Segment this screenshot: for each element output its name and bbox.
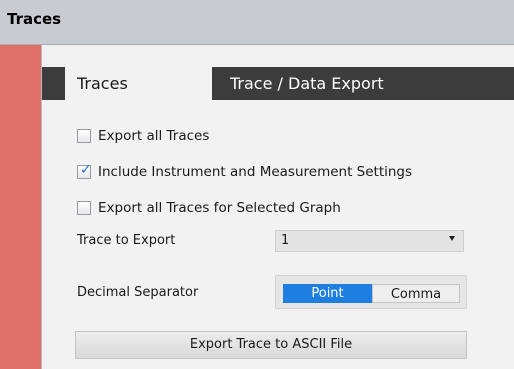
chevron-down-icon [449, 236, 455, 241]
export-selected-graph-checkbox[interactable] [77, 201, 91, 215]
tab-trace-data-export[interactable]: Trace / Data Export [212, 67, 514, 100]
export-all-traces-label: Export all Traces [98, 128, 210, 144]
window-title: Traces [7, 10, 62, 28]
decimal-separator-toggle: Point Comma [275, 275, 467, 309]
trace-to-export-label: Trace to Export [77, 233, 176, 248]
decimal-point-option[interactable]: Point [283, 284, 372, 303]
include-settings-label: Include Instrument and Measurement Setti… [98, 164, 413, 180]
export-all-traces-checkbox[interactable] [77, 129, 91, 143]
title-bar: Traces [0, 0, 514, 45]
decimal-comma-option[interactable]: Comma [372, 284, 460, 303]
export-ascii-button[interactable]: Export Trace to ASCII File [75, 331, 467, 359]
traces-panel: Traces Trace / Data Export Export all Tr… [42, 45, 514, 369]
trace-to-export-select[interactable]: 1 [275, 230, 464, 252]
side-color-bar [0, 45, 41, 369]
export-selected-graph-option[interactable]: Export all Traces for Selected Graph [77, 199, 341, 217]
export-selected-graph-label: Export all Traces for Selected Graph [98, 200, 341, 216]
decimal-separator-label: Decimal Separator [77, 285, 199, 300]
checkmark-icon: ✓ [80, 162, 92, 178]
include-settings-option[interactable]: ✓ Include Instrument and Measurement Set… [77, 162, 413, 181]
include-settings-checkbox[interactable]: ✓ [77, 162, 92, 179]
export-all-traces-option[interactable]: Export all Traces [77, 127, 209, 145]
tab-traces[interactable]: Traces [65, 67, 212, 100]
trace-to-export-value: 1 [281, 233, 290, 248]
